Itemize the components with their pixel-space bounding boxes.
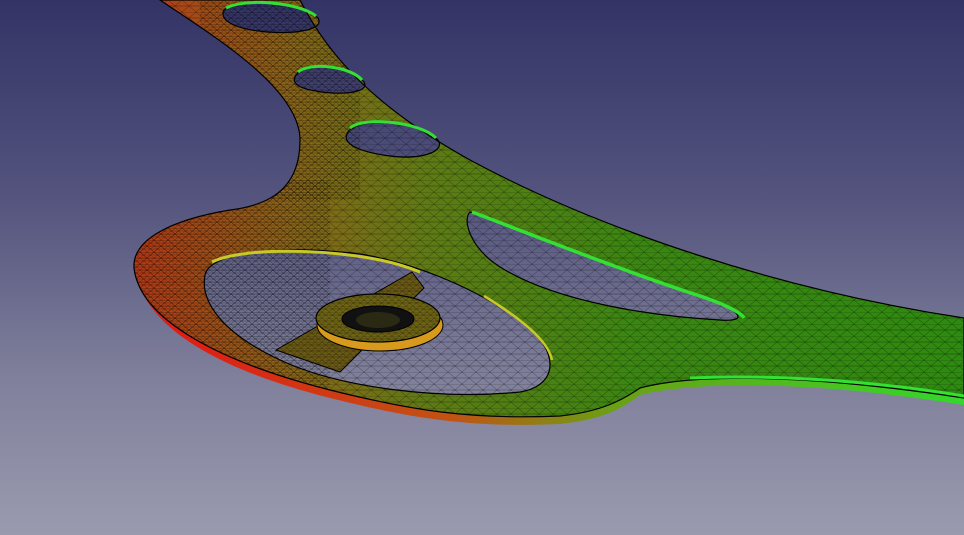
mesh-overlay — [133, 0, 964, 417]
hub-bore-inner — [356, 312, 400, 328]
fem-mesh-view[interactable] — [0, 0, 964, 535]
3d-viewport[interactable] — [0, 0, 964, 535]
